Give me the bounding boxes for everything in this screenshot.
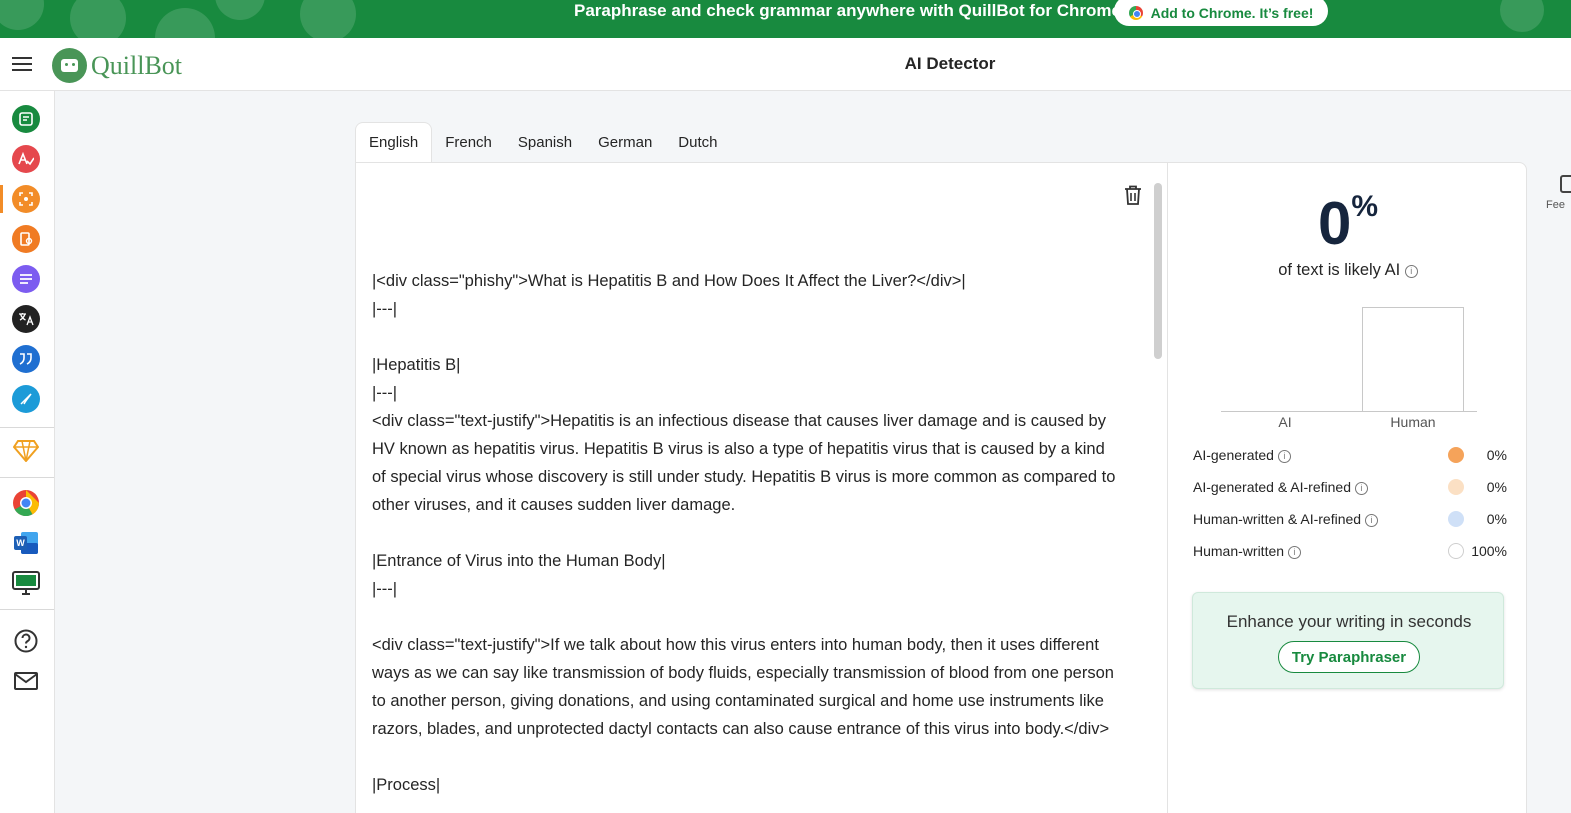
text-editor[interactable]: |<div class="phishy">What is Hepatitis B… [356,163,1168,813]
feedback-label: Fee [1546,199,1565,211]
banner-decoration [215,0,265,20]
text-paragraph: <div class="text-justify">If we talk abo… [372,636,1119,738]
ai-human-bar-chart: AI Human [1221,303,1477,433]
legend-dot [1448,479,1464,495]
tab-english[interactable]: English [355,122,433,162]
score-legend: AI-generated i 0% AI-generated & AI-refi… [1193,443,1507,571]
chrome-extension-icon[interactable] [12,489,40,517]
banner-decoration [0,0,44,30]
plagiarism-checker-icon[interactable] [12,225,40,253]
feedback-tab[interactable]: Fee [1546,175,1571,211]
text-paragraph: |Hepatitis B| |---| <div class="text-jus… [372,356,1116,514]
help-icon[interactable] [12,627,40,655]
app-header: QuillBot AI Detector [0,38,1571,91]
info-icon[interactable]: i [1287,546,1301,559]
info-icon[interactable]: i [1404,265,1418,278]
tool-sidebar: W [0,91,55,813]
chart-axis [1221,411,1477,412]
banner-decoration [155,8,215,38]
banner-text: Paraphrase and check grammar anywhere wi… [574,1,1121,20]
legend-value: 0% [1486,479,1507,495]
active-tool-indicator [0,185,3,213]
ai-detector-icon[interactable] [12,185,40,213]
likely-ai-text: of text is likely AI [1278,261,1401,279]
promo-banner: Paraphrase and check grammar anywhere wi… [0,0,1571,38]
legend-value: 0% [1486,447,1507,463]
results-panel: 0% of text is likely AI i AI Human AI-gen… [1169,163,1527,813]
word-addin-icon[interactable]: W [12,529,40,557]
legend-label: Human-written i [1193,543,1301,559]
summarizer-icon[interactable] [12,265,40,293]
legend-dot [1448,511,1464,527]
legend-row-human-written-ai-refined: Human-written & AI-refined i 0% [1193,507,1507,539]
legend-dot [1448,447,1464,463]
legend-value: 0% [1486,511,1507,527]
sidebar-divider [0,427,54,428]
desktop-app-icon[interactable] [12,569,40,597]
svg-text:W: W [16,538,25,548]
legend-label: Human-written & AI-refined i [1193,511,1378,527]
chart-category-label: Human [1390,414,1436,430]
text-paragraph: |Process| [372,776,441,794]
info-icon[interactable]: i [1277,450,1291,463]
text-paragraph: |<div class="phishy">What is Hepatitis B… [372,272,966,318]
grammar-checker-icon[interactable] [12,145,40,173]
trash-icon[interactable] [1124,185,1142,205]
translator-icon[interactable] [12,305,40,333]
editor-scrollbar[interactable] [1154,183,1162,359]
tab-spanish[interactable]: Spanish [505,122,585,162]
ai-score-value: 0 [1317,190,1352,257]
try-paraphraser-button[interactable]: Try Paraphraser [1278,641,1420,673]
legend-row-ai-generated-ai-refined: AI-generated & AI-refined i 0% [1193,475,1507,507]
banner-decoration [1500,0,1544,32]
chart-bar-human [1362,307,1464,411]
tab-german[interactable]: German [585,122,665,162]
ai-score: 0% [1169,189,1527,258]
language-tabs: English French Spanish German Dutch [355,122,730,162]
paraphraser-icon[interactable] [12,105,40,133]
info-icon[interactable]: i [1364,514,1378,527]
chart-category-label: AI [1278,414,1292,430]
enhance-title: Enhance your writing in seconds [1226,612,1472,631]
citation-generator-icon[interactable] [12,345,40,373]
legend-label: AI-generated & AI-refined i [1193,479,1368,495]
tab-dutch[interactable]: Dutch [665,122,730,162]
banner-decoration [70,0,126,38]
legend-value: 100% [1471,543,1507,559]
legend-row-human-written: Human-written i 100% [1193,539,1507,571]
enhance-writing-card: Enhance your writing in seconds Try Para… [1192,592,1504,689]
legend-label: AI-generated i [1193,447,1291,463]
input-text[interactable]: |<div class="phishy">What is Hepatitis B… [372,267,1117,799]
likely-ai-label: of text is likely AI i [1169,261,1527,280]
quillbot-flow-icon[interactable] [12,385,40,413]
premium-diamond-icon[interactable] [12,437,40,465]
add-to-chrome-button[interactable]: Add to Chrome. It’s free! [1114,0,1328,26]
page-title: AI Detector [904,54,996,73]
mail-icon[interactable] [12,667,40,695]
banner-decoration [300,0,356,38]
text-paragraph: |Entrance of Virus into the Human Body| … [372,552,666,598]
sidebar-divider [0,477,54,478]
feedback-icon [1560,175,1571,193]
tab-french[interactable]: French [432,122,505,162]
add-to-chrome-label: Add to Chrome. It’s free! [1150,5,1314,21]
sidebar-divider [0,609,54,610]
chrome-icon [1128,6,1143,20]
legend-dot [1448,543,1464,559]
info-icon[interactable]: i [1354,482,1368,495]
ai-score-percent-sign: % [1351,190,1379,223]
detector-card: |<div class="phishy">What is Hepatitis B… [355,162,1527,813]
legend-row-ai-generated: AI-generated i 0% [1193,443,1507,475]
